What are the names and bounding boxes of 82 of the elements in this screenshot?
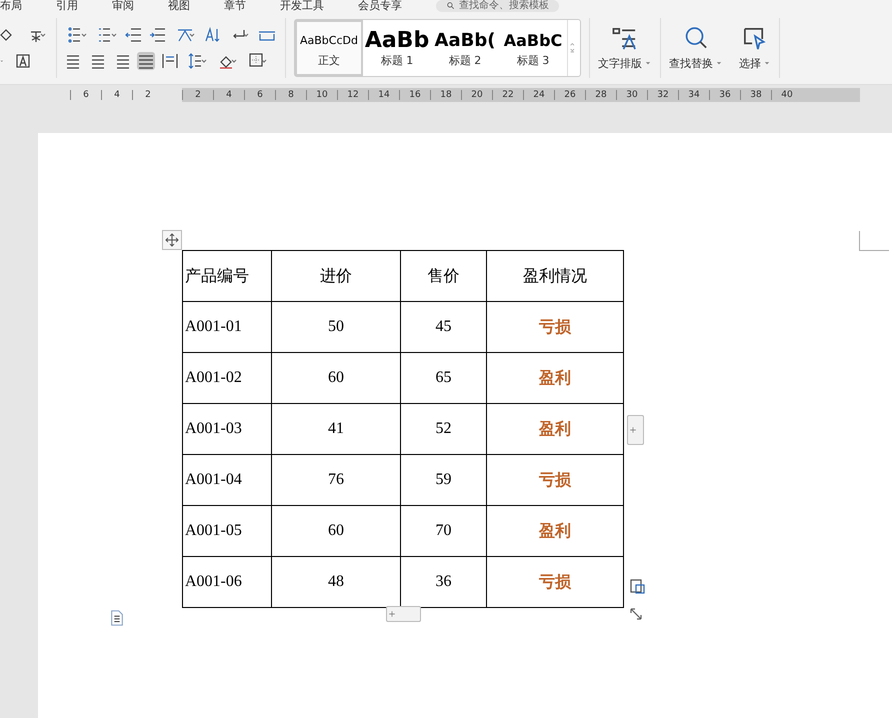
tool-label: 查找替换 xyxy=(669,56,713,70)
text-layout-icon[interactable] xyxy=(612,26,638,52)
table-cell: 亏损 xyxy=(486,556,624,608)
table-cell: A001-05 xyxy=(182,506,272,556)
table-cell: 65 xyxy=(400,352,486,404)
ruler-number: 38 xyxy=(740,90,771,100)
sort-icon[interactable] xyxy=(203,26,221,44)
menu-tab[interactable]: 布局 xyxy=(0,0,22,12)
table-cell: 76 xyxy=(272,454,400,506)
table-cell: 亏损 xyxy=(486,454,624,506)
menu-tab[interactable]: 审阅 xyxy=(112,0,134,12)
search-field[interactable]: 查找命令、搜索模板 xyxy=(436,0,559,12)
table-cell: 41 xyxy=(272,404,400,454)
table-cell: 盈利 xyxy=(486,506,624,556)
search-icon[interactable] xyxy=(446,1,456,11)
menu-tab[interactable]: 视图 xyxy=(168,0,190,12)
table-cell: A001-06 xyxy=(182,556,272,608)
table-cell: A001-03 xyxy=(182,404,272,454)
table-cell: 60 xyxy=(272,352,400,404)
table-cell: 盈利 xyxy=(486,352,624,404)
menu-tab[interactable]: 开发工具 xyxy=(280,0,324,12)
column-header: 产品编号 xyxy=(182,250,272,302)
tool-label: 文字排版 xyxy=(598,56,642,70)
menu-tab[interactable]: 会员专享 xyxy=(358,0,402,12)
ruler-number: 6 xyxy=(244,90,275,100)
table-cell: 亏损 xyxy=(486,302,624,352)
ruler-number: 30 xyxy=(616,90,647,100)
ruler-number: 4 xyxy=(101,90,132,100)
toolbar-button[interactable]: 查找替换 xyxy=(661,26,731,70)
table-cell: A001-04 xyxy=(182,454,272,506)
tool-label: 选择 xyxy=(739,56,761,70)
ruler-number: 2 xyxy=(132,90,163,100)
character-border-icon[interactable] xyxy=(14,52,32,70)
table-cell: A001-01 xyxy=(182,302,272,352)
ruler-number: 32 xyxy=(647,90,678,100)
caret-icon[interactable] xyxy=(763,59,771,67)
ruler-number: 10 xyxy=(306,90,337,100)
toolbar-button[interactable]: 选择 xyxy=(731,26,779,70)
column-header: 盈利情况 xyxy=(486,250,624,302)
plus-icon[interactable] xyxy=(628,425,638,435)
margin-corner-mark xyxy=(859,231,889,251)
style-option[interactable]: AaBb( 标题 2 xyxy=(431,20,499,76)
ruler-number: 12 xyxy=(337,90,368,100)
table-cell: 52 xyxy=(400,404,486,454)
table-cell: 70 xyxy=(400,506,486,556)
menu-tab[interactable]: 章节 xyxy=(224,0,246,12)
ruler-number: 40 xyxy=(771,90,802,100)
column-header: 进价 xyxy=(272,250,400,302)
table-cell: 盈利 xyxy=(486,404,624,454)
ruler-number: 24 xyxy=(523,90,554,100)
ruler-number: 26 xyxy=(554,90,585,100)
ruler-number: 36 xyxy=(709,90,740,100)
ruler-number: 14 xyxy=(368,90,399,100)
ruler-number: 8 xyxy=(275,90,306,100)
ruler-number: 2 xyxy=(182,90,213,100)
plus-icon[interactable] xyxy=(387,609,397,619)
ruler-number: 20 xyxy=(461,90,492,100)
ruler-number: 28 xyxy=(585,90,616,100)
style-option[interactable]: AaBbCcDd 正文 xyxy=(295,20,363,76)
increase-indent-icon[interactable] xyxy=(149,26,167,44)
style-option[interactable]: AaBb 标题 1 xyxy=(363,20,431,76)
table-cell: A001-02 xyxy=(182,352,272,404)
caret-icon[interactable] xyxy=(715,59,723,67)
column-header: 售价 xyxy=(400,250,486,302)
ruler-number: 34 xyxy=(678,90,709,100)
distributed-align-icon[interactable] xyxy=(161,52,179,70)
caret-icon[interactable] xyxy=(644,59,652,67)
ruler-number: 6 xyxy=(70,90,101,100)
toolbar-button[interactable]: 文字排版 xyxy=(590,26,660,70)
ruler-number: 4 xyxy=(213,90,244,100)
ruler-number: 18 xyxy=(430,90,461,100)
cursor-selection-icon[interactable] xyxy=(742,26,768,52)
menu-tab[interactable]: 引用 xyxy=(56,0,78,12)
ruler-number: 16 xyxy=(399,90,430,100)
decrease-indent-icon[interactable] xyxy=(125,26,143,44)
ruler-number: 22 xyxy=(492,90,523,100)
table-cell: 45 xyxy=(400,302,486,352)
table-cell: 59 xyxy=(400,454,486,506)
table-cell: 50 xyxy=(272,302,400,352)
table-cell: 60 xyxy=(272,506,400,556)
style-option[interactable]: AaBbC 标题 3 xyxy=(499,20,567,76)
table-move-handle-icon[interactable] xyxy=(162,230,182,250)
